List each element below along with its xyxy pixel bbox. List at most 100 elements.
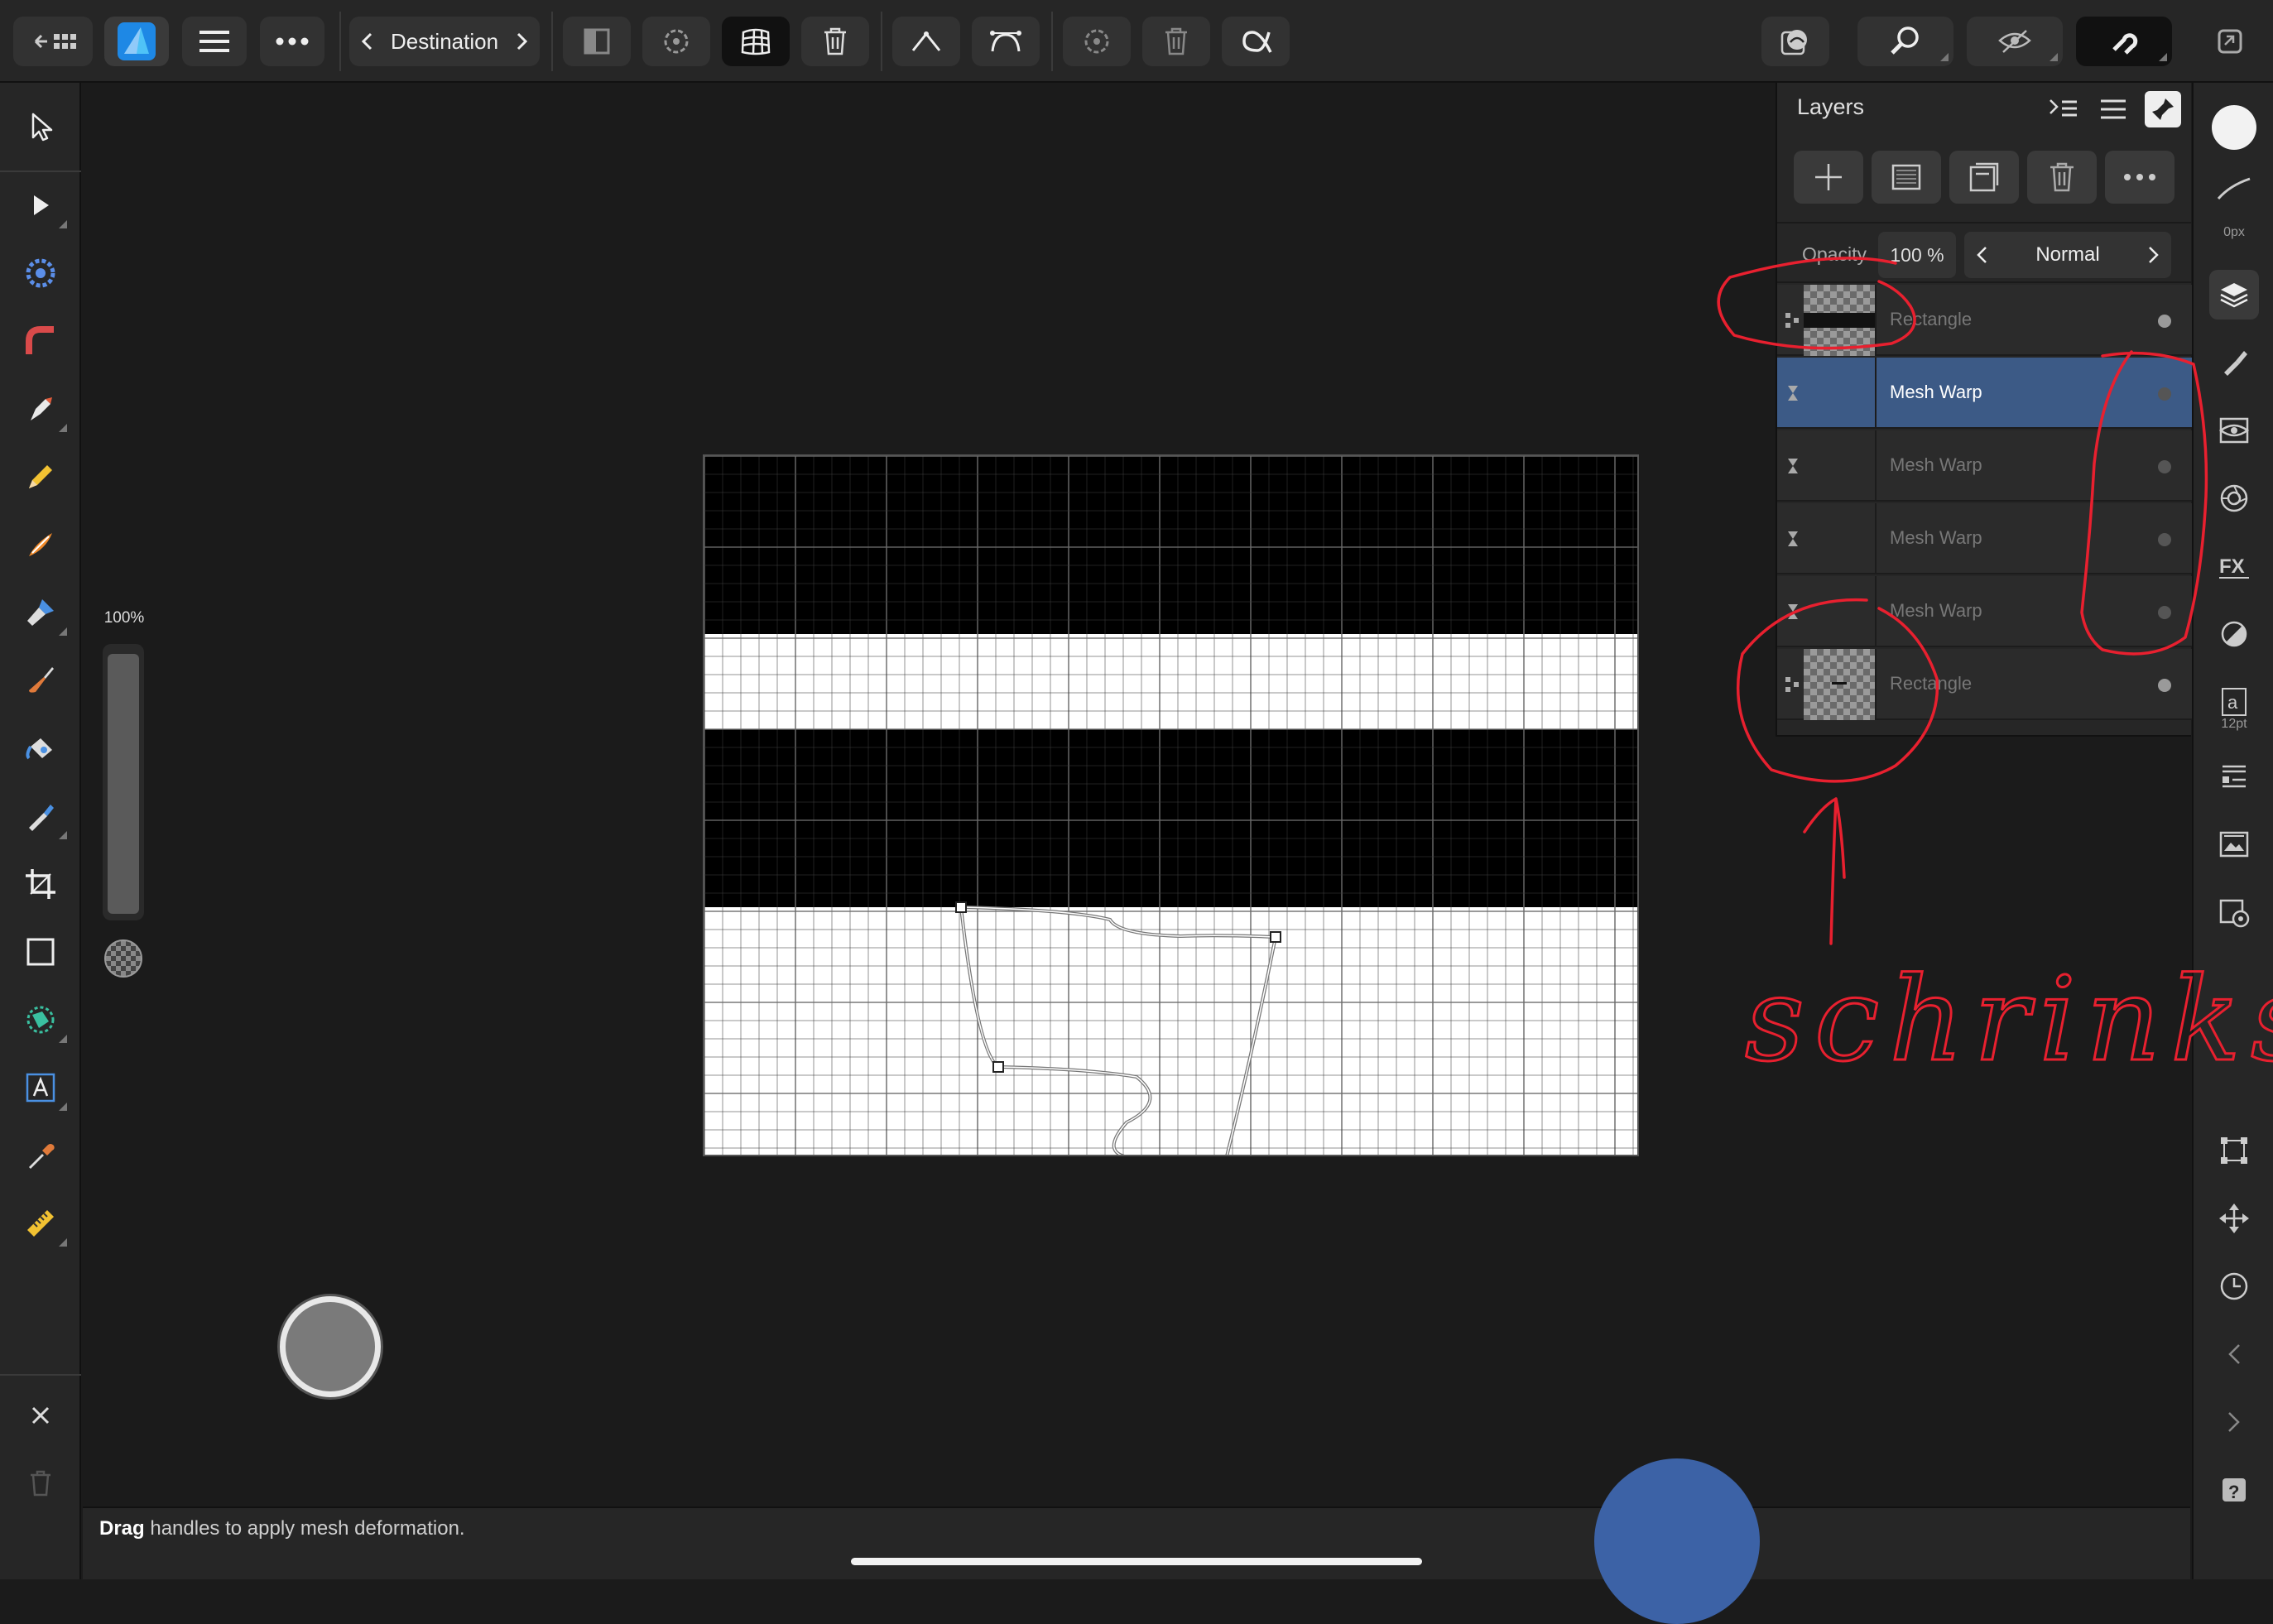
document-canvas[interactable] [703,454,1639,1156]
cancel-button[interactable] [16,1391,65,1440]
styles-studio[interactable] [2209,609,2259,659]
view-options-button[interactable] [1967,17,2063,66]
convert-smooth-button[interactable] [972,17,1040,66]
layer-row[interactable]: Rectangle [1777,649,2193,720]
transform-studio[interactable] [2209,1126,2259,1175]
gallery-button[interactable] [13,17,93,66]
crop-tool[interactable] [16,859,65,909]
expand-studio-button[interactable] [2209,1397,2259,1447]
touch-indicator [1594,1458,1760,1624]
rectangle-tool[interactable] [16,927,65,977]
persona-switcher[interactable]: Destination [349,17,540,66]
selection-brush-tool[interactable] [16,995,67,1045]
live-filter-icon [1788,531,1798,546]
mesh-mode-button[interactable] [722,17,790,66]
zoom-tool-button[interactable] [1857,17,1953,66]
navigator-studio[interactable] [2209,819,2259,869]
view-tool[interactable] [16,248,65,298]
flood-fill-tool[interactable] [16,723,65,773]
add-mask-button[interactable] [1872,151,1941,204]
mesh-handle[interactable] [955,901,967,913]
reset-button[interactable] [1063,17,1131,66]
layer-row[interactable]: Mesh Warp [1777,503,2193,574]
opacity-field[interactable]: 100 % [1878,232,1956,278]
pencil-tool[interactable] [16,452,65,502]
alpha-button[interactable] [1222,17,1290,66]
layer-more-button[interactable] [2105,151,2174,204]
toolbar-divider [1051,12,1053,71]
command-controller-button[interactable] [280,1296,381,1397]
visibility-toggle[interactable] [2158,315,2171,328]
pin-panel-button[interactable] [2145,91,2181,127]
visibility-toggle[interactable] [2158,606,2171,619]
blend-mode-selector[interactable]: Normal [1964,232,2171,278]
corner-tool[interactable] [16,316,65,366]
adjustments-studio[interactable] [2209,406,2259,455]
ellipsis-icon [276,37,309,46]
trash-icon [1165,27,1187,55]
text-tool[interactable] [16,1063,67,1112]
vector-brush-tool[interactable] [16,520,65,569]
channels-studio[interactable] [2209,473,2259,523]
adjustment-icon [2218,417,2250,444]
paint-mixer-tool[interactable] [16,791,67,841]
transparency-toggle[interactable] [104,939,142,978]
panel-menu-button[interactable] [2095,91,2131,127]
mesh-handle[interactable] [1270,931,1281,943]
collapse-panel-button[interactable] [2045,91,2082,127]
help-button[interactable]: ? [2209,1465,2259,1515]
measure-tool[interactable] [16,1199,67,1248]
more-button[interactable] [260,17,324,66]
pen-nib-icon [31,397,52,420]
brushes-studio[interactable] [2209,338,2259,387]
convert-sharp-button[interactable] [892,17,960,66]
opacity-slider[interactable] [103,644,144,920]
layers-studio[interactable] [2209,270,2259,320]
fill-tool[interactable] [16,588,67,637]
group-layer-button[interactable] [1949,151,2019,204]
view-mode-button[interactable] [563,17,631,66]
stroke-width-control[interactable] [2209,164,2259,214]
layer-row[interactable]: Rectangle [1777,285,2193,356]
visibility-toggle[interactable] [2158,533,2171,546]
visibility-toggle[interactable] [2158,679,2171,692]
collapse-studio-button[interactable] [2209,1329,2259,1379]
pen-tool[interactable] [16,384,67,434]
history-clock-studio[interactable] [2209,1261,2259,1311]
delete-layer-button[interactable] [2027,151,2097,204]
node-tool[interactable] [16,180,67,230]
mesh-handle[interactable] [992,1061,1004,1073]
affinity-logo-button[interactable] [104,17,169,66]
text-size-label: 12pt [2221,717,2247,731]
snapping-button[interactable] [2076,17,2172,66]
layer-name: Mesh Warp [1890,600,1982,621]
swatches-studio[interactable] [2209,752,2259,801]
black-stripe [704,456,1637,634]
layer-row[interactable]: Mesh Warp [1777,358,2193,429]
visibility-toggle[interactable] [2158,387,2171,401]
brush-stroke-icon [2217,177,2251,199]
add-layer-button[interactable] [1794,151,1863,204]
layer-divider [1875,285,1877,356]
color-swatch[interactable] [2209,103,2259,152]
delete-node-button[interactable] [1142,17,1210,66]
menu-button[interactable] [182,17,247,66]
tools-divider [0,171,81,172]
layer-row[interactable]: Mesh Warp [1777,576,2193,647]
move-tool[interactable] [16,102,65,151]
delete-button[interactable] [16,1458,65,1508]
sharp-node-icon [911,31,941,51]
fullscreen-button[interactable] [2205,17,2255,66]
fx-studio[interactable]: FX [2209,541,2259,591]
white-stripe [704,634,1637,729]
color-picker-tool[interactable] [16,1131,65,1180]
delete-mesh-button[interactable] [801,17,869,66]
history-studio[interactable] [2209,887,2259,937]
move-studio[interactable] [2209,1194,2259,1243]
home-indicator[interactable] [851,1558,1422,1565]
visibility-toggle[interactable] [2158,460,2171,473]
paint-brush-tool[interactable] [16,656,65,705]
layer-row[interactable]: Mesh Warp [1777,430,2193,502]
assistant-button[interactable] [1761,17,1829,66]
transform-mode-button[interactable] [642,17,710,66]
